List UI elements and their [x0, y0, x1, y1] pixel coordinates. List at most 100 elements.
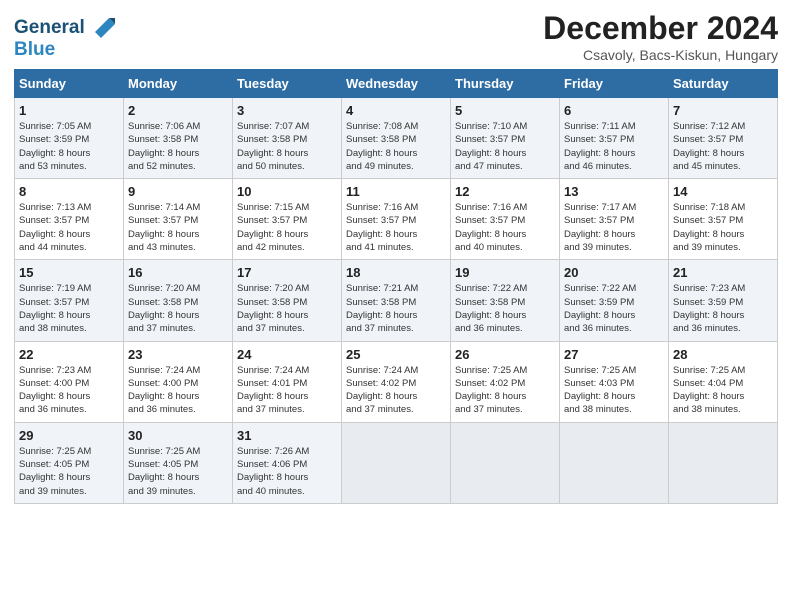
day-info: Sunrise: 7:13 AM Sunset: 3:57 PM Dayligh… [19, 201, 119, 254]
calendar-cell: 14Sunrise: 7:18 AM Sunset: 3:57 PM Dayli… [669, 179, 778, 260]
calendar-cell [451, 422, 560, 503]
calendar-cell: 7 Sunrise: 7:12 AM Sunset: 3:57 PM Daylig… [669, 98, 778, 179]
calendar-cell: 9 Sunrise: 7:14 AM Sunset: 3:57 PM Daylig… [124, 179, 233, 260]
day-number: 15 [19, 265, 119, 280]
calendar-cell: 16Sunrise: 7:20 AM Sunset: 3:58 PM Dayli… [124, 260, 233, 341]
header: General Blue December 2024 Csavoly, Bacs… [14, 10, 778, 63]
day-number: 20 [564, 265, 664, 280]
day-info: Sunrise: 7:17 AM Sunset: 3:57 PM Dayligh… [564, 201, 664, 254]
day-number: 22 [19, 347, 119, 362]
calendar-cell: 17Sunrise: 7:20 AM Sunset: 3:58 PM Dayli… [233, 260, 342, 341]
calendar-cell: 27 Sunrise: 7:25 AM Sunset: 4:03 PM Dayli… [560, 341, 669, 422]
calendar-week: 1Sunrise: 7:05 AM Sunset: 3:59 PM Daylig… [15, 98, 778, 179]
calendar-week: 29 Sunrise: 7:25 AM Sunset: 4:05 PM Dayli… [15, 422, 778, 503]
calendar-cell: 30Sunrise: 7:25 AM Sunset: 4:05 PM Dayli… [124, 422, 233, 503]
calendar-cell: 11Sunrise: 7:16 AM Sunset: 3:57 PM Dayli… [342, 179, 451, 260]
calendar-cell [669, 422, 778, 503]
calendar-cell: 31 Sunrise: 7:26 AM Sunset: 4:06 PM Dayli… [233, 422, 342, 503]
day-number: 2 [128, 103, 228, 118]
day-info: Sunrise: 7:05 AM Sunset: 3:59 PM Dayligh… [19, 120, 119, 173]
day-info: Sunrise: 7:14 AM Sunset: 3:57 PM Dayligh… [128, 201, 228, 254]
day-number: 9 [128, 184, 228, 199]
day-number: 31 [237, 428, 337, 443]
day-number: 24 [237, 347, 337, 362]
calendar-cell: 6 Sunrise: 7:11 AM Sunset: 3:57 PM Daylig… [560, 98, 669, 179]
col-sunday: Sunday [15, 70, 124, 98]
calendar-cell: 24 Sunrise: 7:24 AM Sunset: 4:01 PM Dayli… [233, 341, 342, 422]
col-wednesday: Wednesday [342, 70, 451, 98]
header-row: Sunday Monday Tuesday Wednesday Thursday… [15, 70, 778, 98]
calendar-week: 8 Sunrise: 7:13 AM Sunset: 3:57 PM Daylig… [15, 179, 778, 260]
logo-icon [87, 10, 117, 40]
calendar-cell: 29 Sunrise: 7:25 AM Sunset: 4:05 PM Dayli… [15, 422, 124, 503]
calendar-cell [560, 422, 669, 503]
day-info: Sunrise: 7:26 AM Sunset: 4:06 PM Dayligh… [237, 445, 337, 498]
calendar-cell: 4Sunrise: 7:08 AM Sunset: 3:58 PM Daylig… [342, 98, 451, 179]
day-info: Sunrise: 7:18 AM Sunset: 3:57 PM Dayligh… [673, 201, 773, 254]
day-info: Sunrise: 7:22 AM Sunset: 3:59 PM Dayligh… [564, 282, 664, 335]
day-info: Sunrise: 7:15 AM Sunset: 3:57 PM Dayligh… [237, 201, 337, 254]
day-info: Sunrise: 7:07 AM Sunset: 3:58 PM Dayligh… [237, 120, 337, 173]
calendar-cell: 26 Sunrise: 7:25 AM Sunset: 4:02 PM Dayli… [451, 341, 560, 422]
day-info: Sunrise: 7:24 AM Sunset: 4:00 PM Dayligh… [128, 364, 228, 417]
day-number: 12 [455, 184, 555, 199]
calendar-cell [342, 422, 451, 503]
day-info: Sunrise: 7:25 AM Sunset: 4:03 PM Dayligh… [564, 364, 664, 417]
col-tuesday: Tuesday [233, 70, 342, 98]
day-info: Sunrise: 7:21 AM Sunset: 3:58 PM Dayligh… [346, 282, 446, 335]
day-number: 21 [673, 265, 773, 280]
day-number: 7 [673, 103, 773, 118]
day-number: 28 [673, 347, 773, 362]
day-info: Sunrise: 7:06 AM Sunset: 3:58 PM Dayligh… [128, 120, 228, 173]
col-saturday: Saturday [669, 70, 778, 98]
day-info: Sunrise: 7:25 AM Sunset: 4:02 PM Dayligh… [455, 364, 555, 417]
col-thursday: Thursday [451, 70, 560, 98]
col-friday: Friday [560, 70, 669, 98]
day-info: Sunrise: 7:08 AM Sunset: 3:58 PM Dayligh… [346, 120, 446, 173]
calendar-cell: 23 Sunrise: 7:24 AM Sunset: 4:00 PM Dayli… [124, 341, 233, 422]
calendar-cell: 3Sunrise: 7:07 AM Sunset: 3:58 PM Daylig… [233, 98, 342, 179]
day-info: Sunrise: 7:19 AM Sunset: 3:57 PM Dayligh… [19, 282, 119, 335]
day-number: 18 [346, 265, 446, 280]
page-container: General Blue December 2024 Csavoly, Bacs… [0, 0, 792, 514]
calendar-cell: 19Sunrise: 7:22 AM Sunset: 3:58 PM Dayli… [451, 260, 560, 341]
day-number: 11 [346, 184, 446, 199]
calendar-cell: 5 Sunrise: 7:10 AM Sunset: 3:57 PM Daylig… [451, 98, 560, 179]
day-number: 23 [128, 347, 228, 362]
day-info: Sunrise: 7:24 AM Sunset: 4:02 PM Dayligh… [346, 364, 446, 417]
day-info: Sunrise: 7:10 AM Sunset: 3:57 PM Dayligh… [455, 120, 555, 173]
calendar-cell: 1Sunrise: 7:05 AM Sunset: 3:59 PM Daylig… [15, 98, 124, 179]
day-info: Sunrise: 7:25 AM Sunset: 4:05 PM Dayligh… [128, 445, 228, 498]
day-info: Sunrise: 7:20 AM Sunset: 3:58 PM Dayligh… [237, 282, 337, 335]
day-number: 8 [19, 184, 119, 199]
day-number: 25 [346, 347, 446, 362]
day-number: 26 [455, 347, 555, 362]
calendar-cell: 18 Sunrise: 7:21 AM Sunset: 3:58 PM Dayli… [342, 260, 451, 341]
title-block: December 2024 Csavoly, Bacs-Kiskun, Hung… [543, 10, 778, 63]
calendar-cell: 22Sunrise: 7:23 AM Sunset: 4:00 PM Dayli… [15, 341, 124, 422]
calendar-cell: 12 Sunrise: 7:16 AM Sunset: 3:57 PM Dayli… [451, 179, 560, 260]
day-number: 29 [19, 428, 119, 443]
calendar-cell: 13Sunrise: 7:17 AM Sunset: 3:57 PM Dayli… [560, 179, 669, 260]
calendar-cell: 21 Sunrise: 7:23 AM Sunset: 3:59 PM Dayli… [669, 260, 778, 341]
calendar-cell: 20 Sunrise: 7:22 AM Sunset: 3:59 PM Dayli… [560, 260, 669, 341]
day-info: Sunrise: 7:11 AM Sunset: 3:57 PM Dayligh… [564, 120, 664, 173]
col-monday: Monday [124, 70, 233, 98]
day-info: Sunrise: 7:25 AM Sunset: 4:05 PM Dayligh… [19, 445, 119, 498]
day-info: Sunrise: 7:22 AM Sunset: 3:58 PM Dayligh… [455, 282, 555, 335]
calendar-cell: 8 Sunrise: 7:13 AM Sunset: 3:57 PM Daylig… [15, 179, 124, 260]
calendar-week: 22Sunrise: 7:23 AM Sunset: 4:00 PM Dayli… [15, 341, 778, 422]
day-info: Sunrise: 7:24 AM Sunset: 4:01 PM Dayligh… [237, 364, 337, 417]
day-number: 27 [564, 347, 664, 362]
calendar-cell: 10Sunrise: 7:15 AM Sunset: 3:57 PM Dayli… [233, 179, 342, 260]
day-number: 5 [455, 103, 555, 118]
day-info: Sunrise: 7:12 AM Sunset: 3:57 PM Dayligh… [673, 120, 773, 173]
logo: General Blue [14, 14, 117, 59]
calendar-cell: 25 Sunrise: 7:24 AM Sunset: 4:02 PM Dayli… [342, 341, 451, 422]
day-info: Sunrise: 7:23 AM Sunset: 3:59 PM Dayligh… [673, 282, 773, 335]
calendar-cell: 28Sunrise: 7:25 AM Sunset: 4:04 PM Dayli… [669, 341, 778, 422]
day-number: 6 [564, 103, 664, 118]
calendar-week: 15 Sunrise: 7:19 AM Sunset: 3:57 PM Dayli… [15, 260, 778, 341]
calendar-table: Sunday Monday Tuesday Wednesday Thursday… [14, 69, 778, 504]
day-info: Sunrise: 7:16 AM Sunset: 3:57 PM Dayligh… [455, 201, 555, 254]
